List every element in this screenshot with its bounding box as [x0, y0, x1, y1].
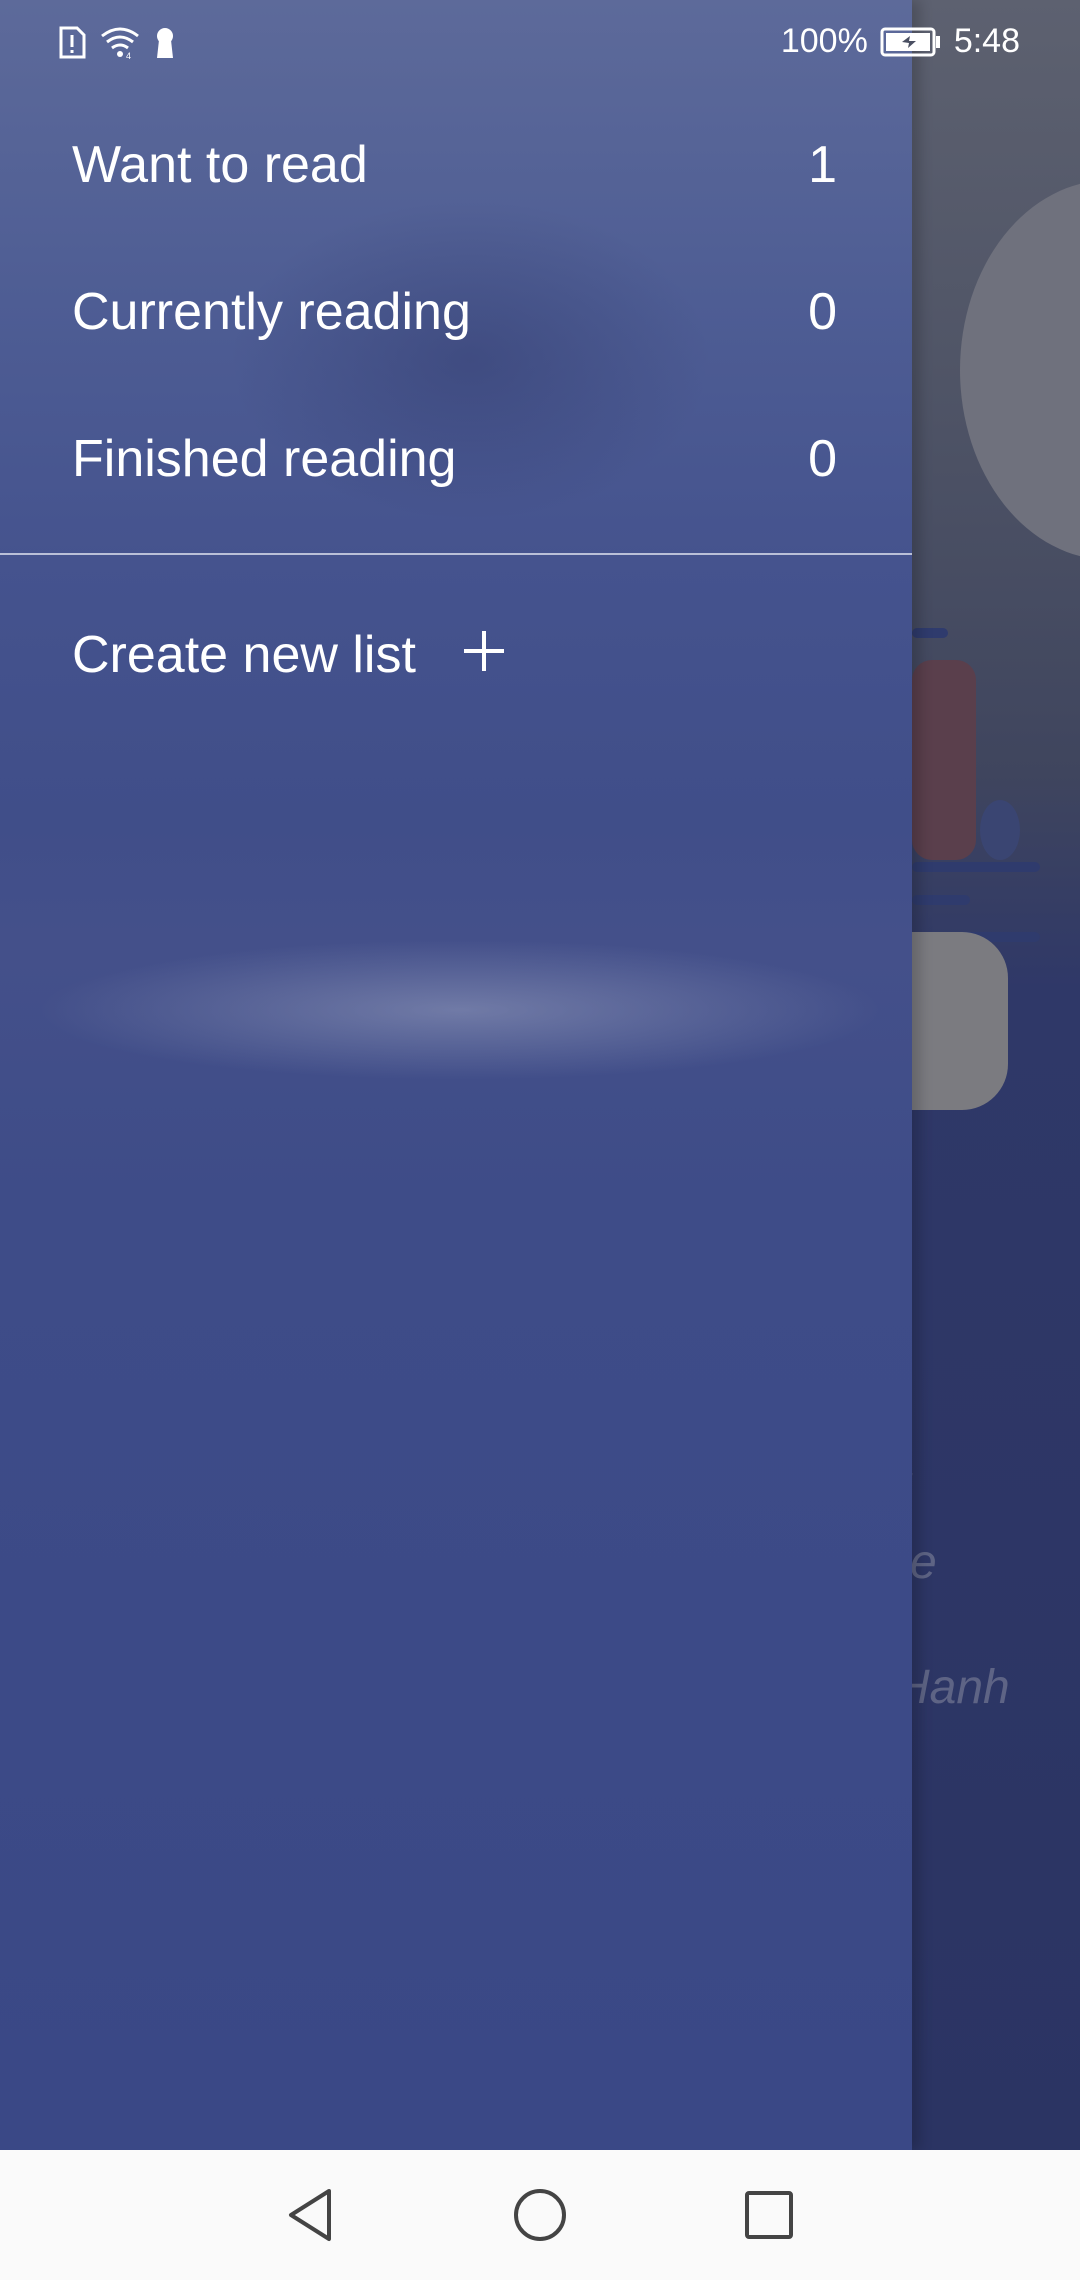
back-button[interactable] [275, 2180, 345, 2250]
status-bar: 4 100% 5:48 [0, 0, 1080, 92]
background-text-line-3: Hanh [895, 1661, 1010, 1714]
list-item-label: Finished reading [72, 430, 457, 488]
background-shelf [912, 862, 1040, 872]
list-item-count: 0 [808, 430, 837, 488]
battery-percent: 100% [780, 22, 868, 60]
keyhole-icon [157, 28, 173, 58]
background-illustration-shape [960, 180, 1080, 560]
background-illustration-plant [980, 800, 1020, 860]
wifi-icon: 4 [101, 27, 139, 60]
home-icon [514, 2189, 566, 2241]
svg-text:4: 4 [126, 51, 131, 60]
recents-icon [745, 2191, 793, 2239]
clock: 5:48 [953, 22, 1020, 60]
list-item-label: Currently reading [72, 283, 471, 341]
system-nav-bar [0, 2150, 1080, 2280]
create-new-list-button[interactable]: Create new list [0, 585, 560, 725]
sim-alert-icon [59, 26, 86, 59]
battery-charging-icon [880, 27, 940, 56]
recents-button[interactable] [734, 2180, 804, 2250]
background-shelf [912, 895, 970, 905]
back-icon [289, 2189, 331, 2241]
list-item-count: 1 [808, 136, 837, 194]
list-item-finished-reading[interactable]: Finished reading 0 [0, 389, 912, 529]
create-new-list-label: Create new list [72, 626, 416, 684]
plus-icon [464, 631, 504, 671]
divider [0, 553, 912, 555]
list-item-currently-reading[interactable]: Currently reading 0 [0, 242, 912, 382]
navigation-drawer: Want to read 1 Currently reading 0 Finis… [0, 0, 912, 2150]
background-text-line-2: e [910, 1536, 937, 1589]
list-item-count: 0 [808, 283, 837, 341]
list-item-label: Want to read [72, 136, 368, 194]
background-shelf [912, 628, 948, 638]
background-illustration-figure [912, 660, 976, 860]
home-button[interactable] [505, 2180, 575, 2250]
list-item-want-to-read[interactable]: Want to read 1 [0, 95, 912, 235]
